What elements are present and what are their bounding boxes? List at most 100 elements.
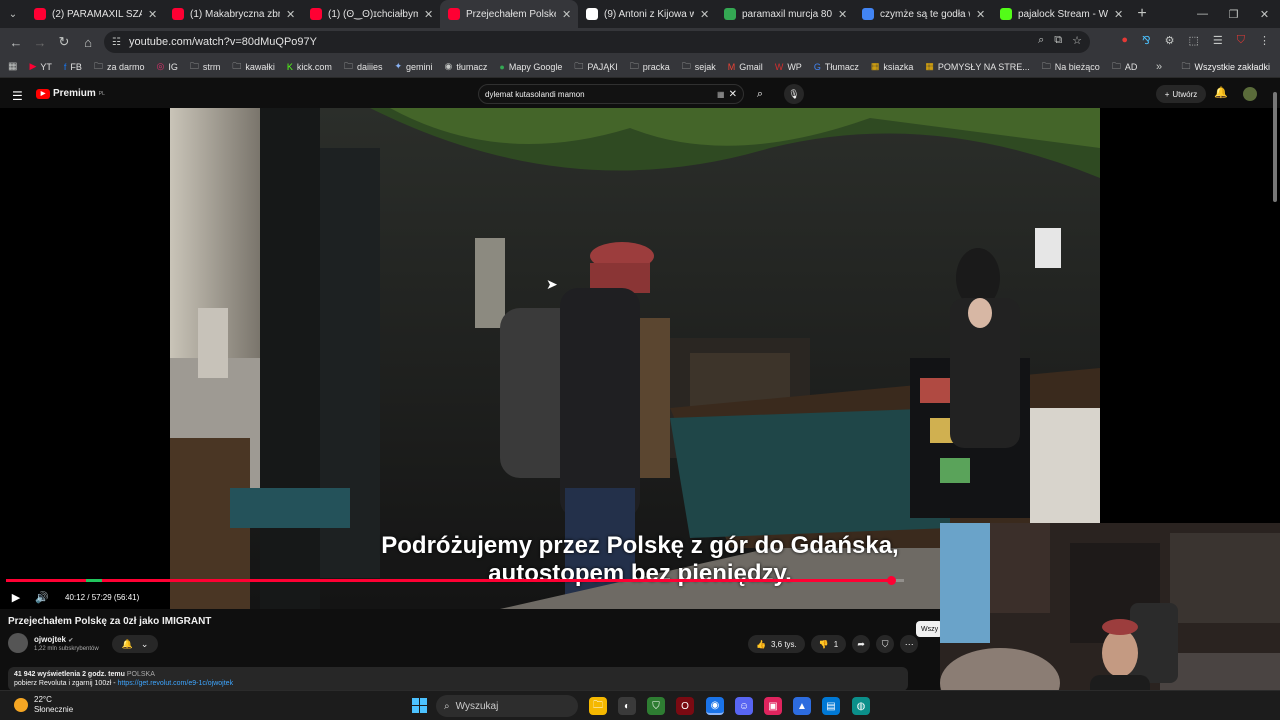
bookmark-item[interactable]: f FB <box>58 62 88 72</box>
close-tab-icon[interactable]: ✕ <box>286 8 296 21</box>
close-tab-icon[interactable]: ✕ <box>976 8 986 21</box>
bookmark-item[interactable]: 🗀 daiiies <box>338 59 389 75</box>
bookmark-item[interactable]: ✦ gemini <box>388 61 438 72</box>
more-actions-button[interactable]: ⋯ <box>900 635 919 653</box>
taskbar-search[interactable]: ⌕ Wyszukaj <box>436 695 578 717</box>
close-tab-icon[interactable]: ✕ <box>838 8 848 21</box>
bookmark-item[interactable]: Kkick.com <box>281 62 338 72</box>
browser-tab[interactable]: paramaxil murcja 80%.mp ✕ <box>716 0 854 28</box>
record-extension-icon[interactable]: ● <box>1121 34 1128 47</box>
bookmark-star-icon[interactable]: ☆ <box>1072 34 1082 47</box>
bookmark-item[interactable]: 🗀 pracka <box>624 59 676 75</box>
bookmark-item[interactable]: W WP <box>769 62 808 72</box>
notepad-icon[interactable]: ▤ <box>822 697 840 715</box>
minimize-button[interactable]: — <box>1187 0 1218 28</box>
channel-avatar[interactable] <box>8 633 28 653</box>
description-box[interactable]: 41 942 wyświetlenia 2 godz. temu POLSKA … <box>8 667 908 691</box>
install-icon[interactable]: ⧉ <box>1054 34 1062 47</box>
browser-tab[interactable]: Przejechałem Polskę za 0z ✕ <box>440 0 578 28</box>
description-link[interactable]: https://get.revolut.com/e9-1c/ojwojtek <box>118 680 234 687</box>
shield-app-icon[interactable]: ⛉ <box>647 697 665 715</box>
all-bookmarks-button[interactable]: 🗀 Wszystkie zakładki <box>1181 56 1270 78</box>
share-button[interactable]: ➦ <box>852 635 871 653</box>
bookmark-item[interactable]: 🗀 AD <box>1106 59 1144 75</box>
voice-search-button[interactable]: 🎙 <box>784 84 804 104</box>
browser-tab[interactable]: (1) Makabryczna zbrodni ✕ <box>164 0 302 28</box>
bookmark-item[interactable]: ◎ IG <box>150 61 183 72</box>
start-button[interactable] <box>412 698 427 713</box>
mute-button[interactable]: 🔊 <box>29 586 55 608</box>
extension-icon[interactable]: ⅋ <box>1142 34 1151 47</box>
save-button[interactable]: ⛉ <box>876 635 895 653</box>
subscribed-button[interactable]: 🔔 ⌄ <box>112 635 158 653</box>
scrollbar-thumb[interactable] <box>1273 92 1277 202</box>
notifications-bell-icon[interactable]: 🔔 <box>1214 86 1228 99</box>
bookmark-item[interactable]: 🗀 PAJĄKI <box>568 59 623 75</box>
search-input[interactable]: dylemat kutasolandi mamon <box>485 90 717 99</box>
opera-icon[interactable]: O <box>676 697 694 715</box>
app-icon[interactable]: ◐ <box>618 697 636 715</box>
reload-button[interactable]: ↻ <box>52 28 76 56</box>
home-button[interactable]: ⌂ <box>76 28 100 56</box>
location-tag[interactable]: POLSKA <box>127 671 155 678</box>
dislike-button[interactable]: 👎 1 <box>810 635 847 653</box>
create-button[interactable]: + Utwórz <box>1156 85 1206 103</box>
media-icon[interactable]: ☰ <box>1213 34 1223 47</box>
close-tab-icon[interactable]: ✕ <box>148 8 158 21</box>
app-icon[interactable]: ▣ <box>764 697 782 715</box>
profile-icon[interactable]: ⛉ <box>1237 34 1245 47</box>
clear-search-icon[interactable]: ✕ <box>729 89 737 100</box>
globe-icon[interactable]: ◍ <box>852 697 870 715</box>
close-tab-icon[interactable]: ✕ <box>1114 8 1124 21</box>
url-text[interactable]: youtube.com/watch?v=80dMuQPo97Y <box>129 36 317 48</box>
progress-bar[interactable] <box>6 576 904 585</box>
new-tab-button[interactable]: + <box>1130 5 1154 23</box>
play-button[interactable]: ▶ <box>3 586 29 608</box>
apps-grid-icon[interactable]: ▦ <box>8 61 17 72</box>
address-bar[interactable]: ☷ youtube.com/watch?v=80dMuQPo97Y ⌕ ⧉ ☆ <box>104 31 1090 53</box>
chrome-icon[interactable]: ◉ <box>706 697 724 715</box>
bookmark-item[interactable]: ▶ YT <box>23 61 57 72</box>
close-tab-icon[interactable]: ✕ <box>700 8 710 21</box>
back-button[interactable]: ← <box>4 28 28 56</box>
youtube-logo[interactable]: ▶ Premium PL <box>36 88 105 99</box>
zoom-icon[interactable]: ⌕ <box>1038 34 1044 47</box>
browser-tab[interactable]: pajalock Stream - Watch ✕ <box>992 0 1130 28</box>
search-button[interactable]: ⌕ <box>748 84 772 104</box>
bookmark-item[interactable]: 🗀 kawałki <box>226 59 281 75</box>
tab-search-icon[interactable]: ⌄ <box>0 0 26 28</box>
bookmark-item[interactable]: M Gmail <box>722 62 769 72</box>
more-bookmarks-chevron-icon[interactable]: » <box>1156 61 1162 73</box>
scrubber-handle[interactable] <box>887 576 896 585</box>
maximize-button[interactable]: ❐ <box>1218 0 1249 28</box>
channel-name[interactable]: ojwojtek <box>34 635 66 644</box>
like-button[interactable]: 👍 3,6 tys. <box>748 635 805 653</box>
avatar[interactable] <box>1243 87 1257 101</box>
bookmark-item[interactable]: 🗀 strm <box>184 59 227 75</box>
close-tab-icon[interactable]: ✕ <box>424 8 434 21</box>
bookmark-item[interactable]: ● Mapy Google <box>493 62 568 72</box>
extensions-puzzle-icon[interactable]: ⬚ <box>1188 34 1198 47</box>
bookmark-item[interactable]: ▦ POMYSŁY NA STRE... <box>919 61 1035 72</box>
bookmark-item[interactable]: ◉ tłumacz <box>439 61 494 72</box>
file-explorer-icon[interactable]: 🗀 <box>589 697 607 715</box>
menu-kebab-icon[interactable]: ⋮ <box>1259 34 1270 47</box>
extension-icon[interactable]: ⚙ <box>1165 34 1175 47</box>
weather-widget[interactable]: 22°C Słonecznie <box>14 695 73 715</box>
close-window-button[interactable]: ✕ <box>1249 0 1280 28</box>
site-info-icon[interactable]: ☷ <box>112 37 121 48</box>
discord-icon[interactable]: ☺ <box>735 697 753 715</box>
keyboard-icon[interactable]: ▦ <box>717 90 725 99</box>
bookmark-item[interactable]: ▦ ksiazka <box>865 61 920 72</box>
browser-tab[interactable]: (1) (ʘ‿ʘ)ɪchciałbym ✕ <box>302 0 440 28</box>
page-scrollbar[interactable] <box>1270 82 1280 720</box>
forward-button[interactable]: → <box>28 28 52 56</box>
bookmark-item[interactable]: 🗀 sejak <box>676 59 722 75</box>
browser-tab[interactable]: (2) PARAMAXIL SZALOM ✕ <box>26 0 164 28</box>
browser-tab[interactable]: czymże są te godła wisz ✕ <box>854 0 992 28</box>
guide-menu-icon[interactable]: ☰ <box>12 89 23 103</box>
browser-tab[interactable]: (9) Antoni z Kijowa w serw ✕ <box>578 0 716 28</box>
bookmark-item[interactable]: 🗀 za darmo <box>88 59 151 75</box>
bookmark-item[interactable]: 🗀 Na bieżąco <box>1036 59 1106 75</box>
bookmark-item[interactable]: G Tłumacz <box>808 62 865 72</box>
